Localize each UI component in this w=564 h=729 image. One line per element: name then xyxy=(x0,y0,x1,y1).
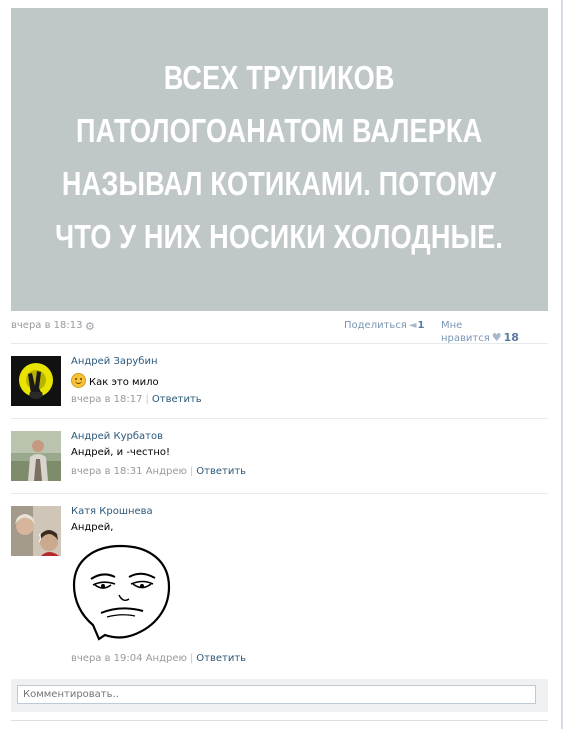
comment-text: Андрей, и -честно! xyxy=(71,447,170,458)
comment-author[interactable]: Андрей Зарубин xyxy=(71,356,541,370)
meta-separator: | xyxy=(145,394,149,405)
comment-text: Как это мило xyxy=(71,373,541,388)
comment-author[interactable]: Андрей Курбатов xyxy=(71,431,541,445)
comment-author[interactable]: Катя Крошнева xyxy=(71,506,541,520)
reply-link[interactable]: Ответить xyxy=(196,653,246,664)
divider xyxy=(11,493,548,494)
share-button[interactable]: Поделиться ◄1 xyxy=(344,320,425,331)
divider xyxy=(11,343,548,344)
reply-to[interactable]: Андрею xyxy=(146,466,187,477)
reply-to[interactable]: Андрею xyxy=(146,653,187,664)
meta-separator: | xyxy=(189,466,194,477)
megaphone-icon: ◄ xyxy=(408,320,417,331)
reply-link[interactable]: Ответить xyxy=(196,466,246,477)
divider xyxy=(11,720,548,721)
comment-meta: вчера в 18:31 Андрею | Ответить xyxy=(71,466,541,477)
comment-item: Андрей Курбатов Андрей, и -честно! вчера… xyxy=(11,431,548,483)
image-text-line: НАЗЫВАЛ КОТИКАМИ. ПОТОМУ xyxy=(62,164,497,202)
avatar[interactable] xyxy=(11,356,61,406)
sticker-image[interactable] xyxy=(71,543,171,643)
meta-separator: | xyxy=(189,653,194,664)
comment-meta: вчера в 19:04 Андрею | Ответить xyxy=(71,653,541,664)
post-meta: вчера в 18:13 ⚙ Поделиться ◄1 Мне нравитс… xyxy=(11,320,542,344)
page-border xyxy=(561,0,563,729)
comment-text: Андрей, xyxy=(71,522,114,533)
post-image[interactable]: ВСЕХ ТРУПИКОВ ПАТОЛОГОАНАТОМ ВАЛЕРКА НАЗ… xyxy=(11,8,548,311)
comment-input[interactable] xyxy=(17,685,536,704)
comment-item: Андрей Зарубин Как это мило вчера в 18:1… xyxy=(11,356,548,408)
like-button[interactable]: Мне нравится ♥ 18 xyxy=(441,320,542,344)
share-label: Поделиться xyxy=(344,320,407,331)
comment-text-content: Как это мило xyxy=(89,377,159,388)
post-image-text: ВСЕХ ТРУПИКОВ ПАТОЛОГОАНАТОМ ВАЛЕРКА НАЗ… xyxy=(56,51,504,263)
smile-emoji-icon xyxy=(71,373,86,388)
image-text-line: ПАТОЛОГОАНАТОМ ВАЛЕРКА xyxy=(76,111,483,149)
comment-time[interactable]: вчера в 18:17 xyxy=(71,394,143,405)
avatar[interactable] xyxy=(11,506,61,556)
like-label: Мне нравится xyxy=(441,320,490,344)
reply-link[interactable]: Ответить xyxy=(152,394,202,405)
comment-time[interactable]: вчера в 18:31 xyxy=(71,466,143,477)
divider xyxy=(11,418,548,419)
comment-item: Катя Крошнева Андрей, вчера в 19:04 Андр… xyxy=(11,506,548,671)
comment-time[interactable]: вчера в 19:04 xyxy=(71,653,143,664)
image-text-line: ВСЕХ ТРУПИКОВ xyxy=(164,58,395,96)
comment-form xyxy=(11,679,548,712)
post-time[interactable]: вчера в 18:13 xyxy=(11,320,83,331)
gear-icon[interactable]: ⚙ xyxy=(85,320,95,333)
share-count: 1 xyxy=(417,320,425,331)
avatar[interactable] xyxy=(11,431,61,481)
image-text-line: ЧТО У НИХ НОСИКИ ХОЛОДНЫЕ. xyxy=(55,217,504,255)
comment-meta: вчера в 18:17 | Ответить xyxy=(71,394,541,405)
sticker-face-icon xyxy=(72,544,171,641)
